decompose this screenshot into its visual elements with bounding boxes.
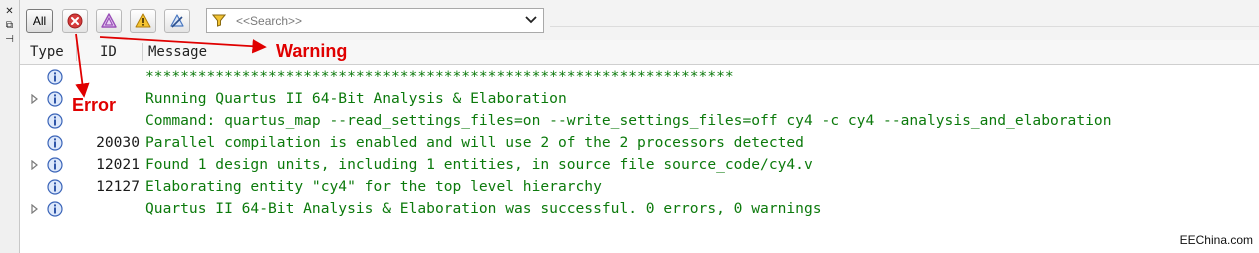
info-icon: [47, 157, 63, 173]
pin-icon[interactable]: ⊣: [3, 34, 16, 46]
expand-arrow-icon[interactable]: [31, 94, 39, 104]
message-text: Parallel compilation is enabled and will…: [145, 134, 804, 151]
chevron-down-icon[interactable]: [525, 16, 537, 24]
info-icon: [47, 69, 63, 85]
dock-strip: ✕ ⧉ ⊣: [0, 0, 20, 253]
message-row[interactable]: 20030 Parallel compilation is enabled and…: [20, 132, 1259, 154]
message-row[interactable]: 12021 Found 1 design units, including 1 e…: [20, 154, 1259, 176]
message-list: ****************************************…: [20, 66, 1259, 220]
message-row[interactable]: Command: quartus_map --read_settings_fil…: [20, 110, 1259, 132]
message-row[interactable]: Quartus II 64-Bit Analysis & Elaboration…: [20, 198, 1259, 220]
toolbar-divider: [550, 26, 1259, 27]
funnel-icon: [212, 14, 226, 27]
column-message-header[interactable]: Message: [148, 44, 207, 60]
warning-annotation: Warning: [276, 41, 348, 61]
critical-warning-filter-button[interactable]: [96, 9, 122, 33]
column-type-header[interactable]: Type: [30, 44, 64, 60]
error-filter-button[interactable]: [62, 9, 88, 33]
message-id: 12021: [96, 156, 140, 173]
suppressed-filter-icon: [170, 14, 184, 28]
info-icon: [47, 201, 63, 217]
message-text: Elaborating entity "cy4" for the top lev…: [145, 178, 602, 195]
critical-warning-filter-icon: [101, 13, 117, 28]
column-separator[interactable]: [142, 43, 143, 61]
message-text: Running Quartus II 64-Bit Analysis & Ela…: [145, 90, 567, 107]
error-annotation: Error: [72, 95, 117, 115]
column-header: Type ID Message: [20, 40, 1259, 65]
message-text: Command: quartus_map --read_settings_fil…: [145, 112, 1112, 129]
message-id: 20030: [96, 134, 140, 151]
info-icon: [47, 135, 63, 151]
message-text: Quartus II 64-Bit Analysis & Elaboration…: [145, 200, 822, 217]
column-separator[interactable]: [76, 43, 77, 61]
message-row[interactable]: ****************************************…: [20, 66, 1259, 88]
search-placeholder[interactable]: <<Search>>: [236, 14, 302, 28]
column-id-header[interactable]: ID: [100, 44, 117, 60]
error-filter-icon: [67, 13, 83, 29]
message-row[interactable]: 12127 Elaborating entity "cy4" for the to…: [20, 176, 1259, 198]
message-text: Found 1 design units, including 1 entiti…: [145, 156, 813, 173]
suppressed-filter-button[interactable]: [164, 9, 190, 33]
message-id: 12127: [96, 178, 140, 195]
info-icon: [47, 91, 63, 107]
close-icon[interactable]: ✕: [3, 6, 16, 18]
warning-filter-icon: [135, 13, 151, 28]
messages-toolbar: All <<Search>>: [20, 0, 1259, 41]
search-field[interactable]: <<Search>>: [206, 8, 544, 33]
watermark: EEChina.com: [1179, 233, 1253, 247]
warning-filter-button[interactable]: [130, 9, 156, 33]
info-icon: [47, 179, 63, 195]
message-row[interactable]: Running Quartus II 64-Bit Analysis & Ela…: [20, 88, 1259, 110]
info-icon: [47, 113, 63, 129]
message-text: ****************************************…: [145, 68, 734, 85]
all-messages-button[interactable]: All: [26, 9, 53, 33]
expand-arrow-icon[interactable]: [31, 204, 39, 214]
expand-arrow-icon[interactable]: [31, 160, 39, 170]
float-window-icon[interactable]: ⧉: [3, 20, 16, 32]
